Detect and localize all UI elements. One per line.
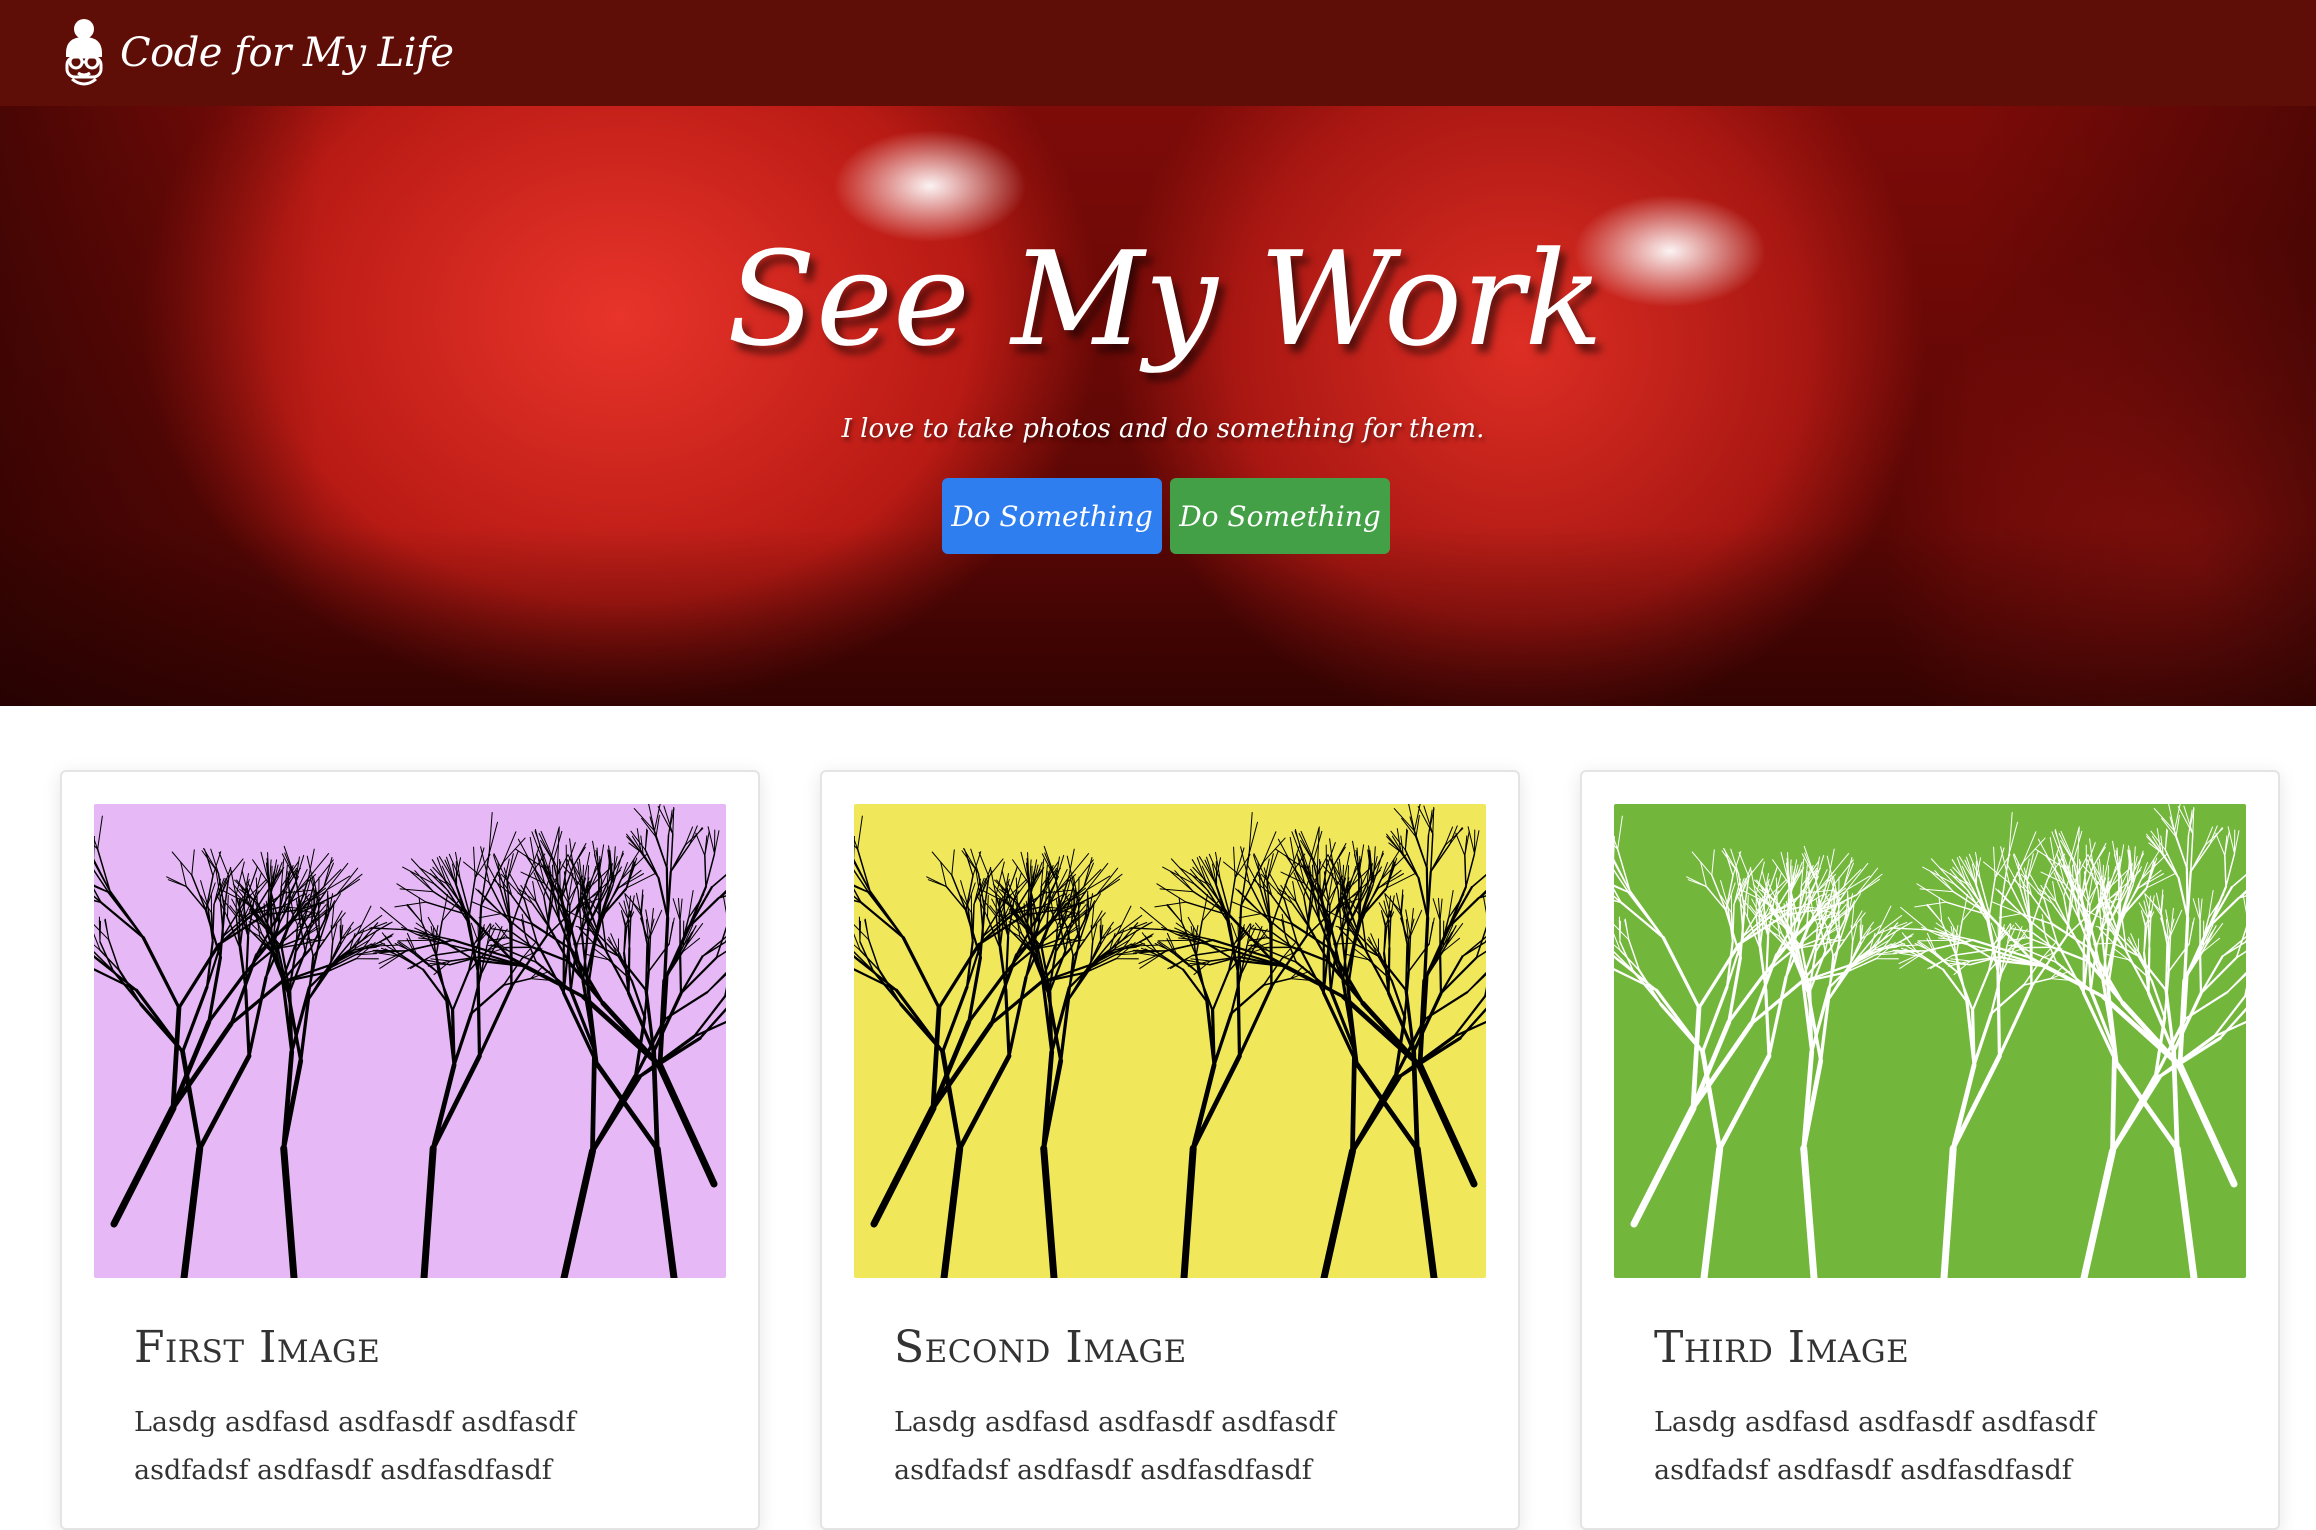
do-something-success-button[interactable]: Do Something — [1170, 478, 1390, 554]
card-title: Third Image — [1654, 1322, 2246, 1373]
tree-branch — [290, 992, 292, 1052]
tree-branch — [2112, 1050, 2114, 1151]
card-title: First Image — [134, 1322, 726, 1373]
tree-branch — [1158, 940, 1190, 941]
do-something-primary-button[interactable]: Do Something — [942, 478, 1162, 554]
tree-branch — [2200, 951, 2201, 993]
tree-branch — [1406, 945, 1407, 990]
tree-branch — [1389, 948, 1390, 993]
navbar: Code for My Life — [0, 0, 2316, 106]
tree-branch — [1619, 917, 1620, 942]
tree-branch — [1440, 951, 1441, 993]
card-title: Second Image — [894, 1322, 1486, 1373]
tree-branch — [1839, 904, 1840, 942]
tree-branch — [99, 917, 100, 942]
hero-banner: See My Work I love to take photos and do… — [0, 106, 2316, 706]
tree-branch — [2080, 859, 2081, 889]
tree-branch — [629, 948, 630, 993]
tree-branch — [592, 1050, 594, 1151]
tree-branch — [646, 945, 647, 990]
tree-branch — [1998, 973, 1999, 1056]
card-image — [1614, 804, 2246, 1278]
card-grid: First Image Lasdg asdfasd asdfasdf asdfa… — [60, 770, 2280, 1530]
brand-link[interactable]: Code for My Life — [58, 17, 454, 89]
brand-text: Code for My Life — [120, 30, 454, 76]
tree-branch — [1320, 859, 1321, 889]
tree-branch — [1238, 973, 1239, 1056]
tree-branch — [1079, 904, 1080, 942]
tree-branch — [319, 904, 320, 942]
girl-with-glasses-icon — [58, 17, 110, 89]
card-second-image: Second Image Lasdg asdfasd asdfasdf asdf… — [820, 770, 1520, 1530]
hero-subtitle: I love to take photos and do something f… — [842, 414, 1485, 444]
tree-branch — [1352, 1050, 1354, 1151]
tree-branch — [478, 973, 479, 1056]
tree-branch — [680, 951, 681, 993]
card-text: Lasdg asdfasd asdfasdf asdfasdf asdfadsf… — [1654, 1399, 2214, 1495]
card-text: Lasdg asdfasd asdfasdf asdfasdf asdfadsf… — [894, 1399, 1454, 1495]
tree-branch — [1918, 940, 1950, 941]
card-image — [94, 804, 726, 1278]
hero-buttons: Do Something Do Something — [942, 478, 1390, 554]
card-first-image: First Image Lasdg asdfasd asdfasdf asdfa… — [60, 770, 760, 1530]
hero-content: See My Work I love to take photos and do… — [0, 106, 2316, 706]
tree-branch — [2149, 948, 2150, 993]
card-text: Lasdg asdfasd asdfasdf asdfasdf asdfadsf… — [134, 1399, 694, 1495]
card-image — [854, 804, 1486, 1278]
tree-branch — [1810, 992, 1812, 1052]
hero-title: See My Work — [727, 224, 1603, 374]
card-third-image: Third Image Lasdg asdfasd asdfasdf asdfa… — [1580, 770, 2280, 1530]
tree-branch — [398, 940, 430, 941]
tree-branch — [859, 917, 860, 942]
tree-branch — [2166, 945, 2167, 990]
tree-branch — [1050, 992, 1052, 1052]
tree-branch — [560, 859, 561, 889]
